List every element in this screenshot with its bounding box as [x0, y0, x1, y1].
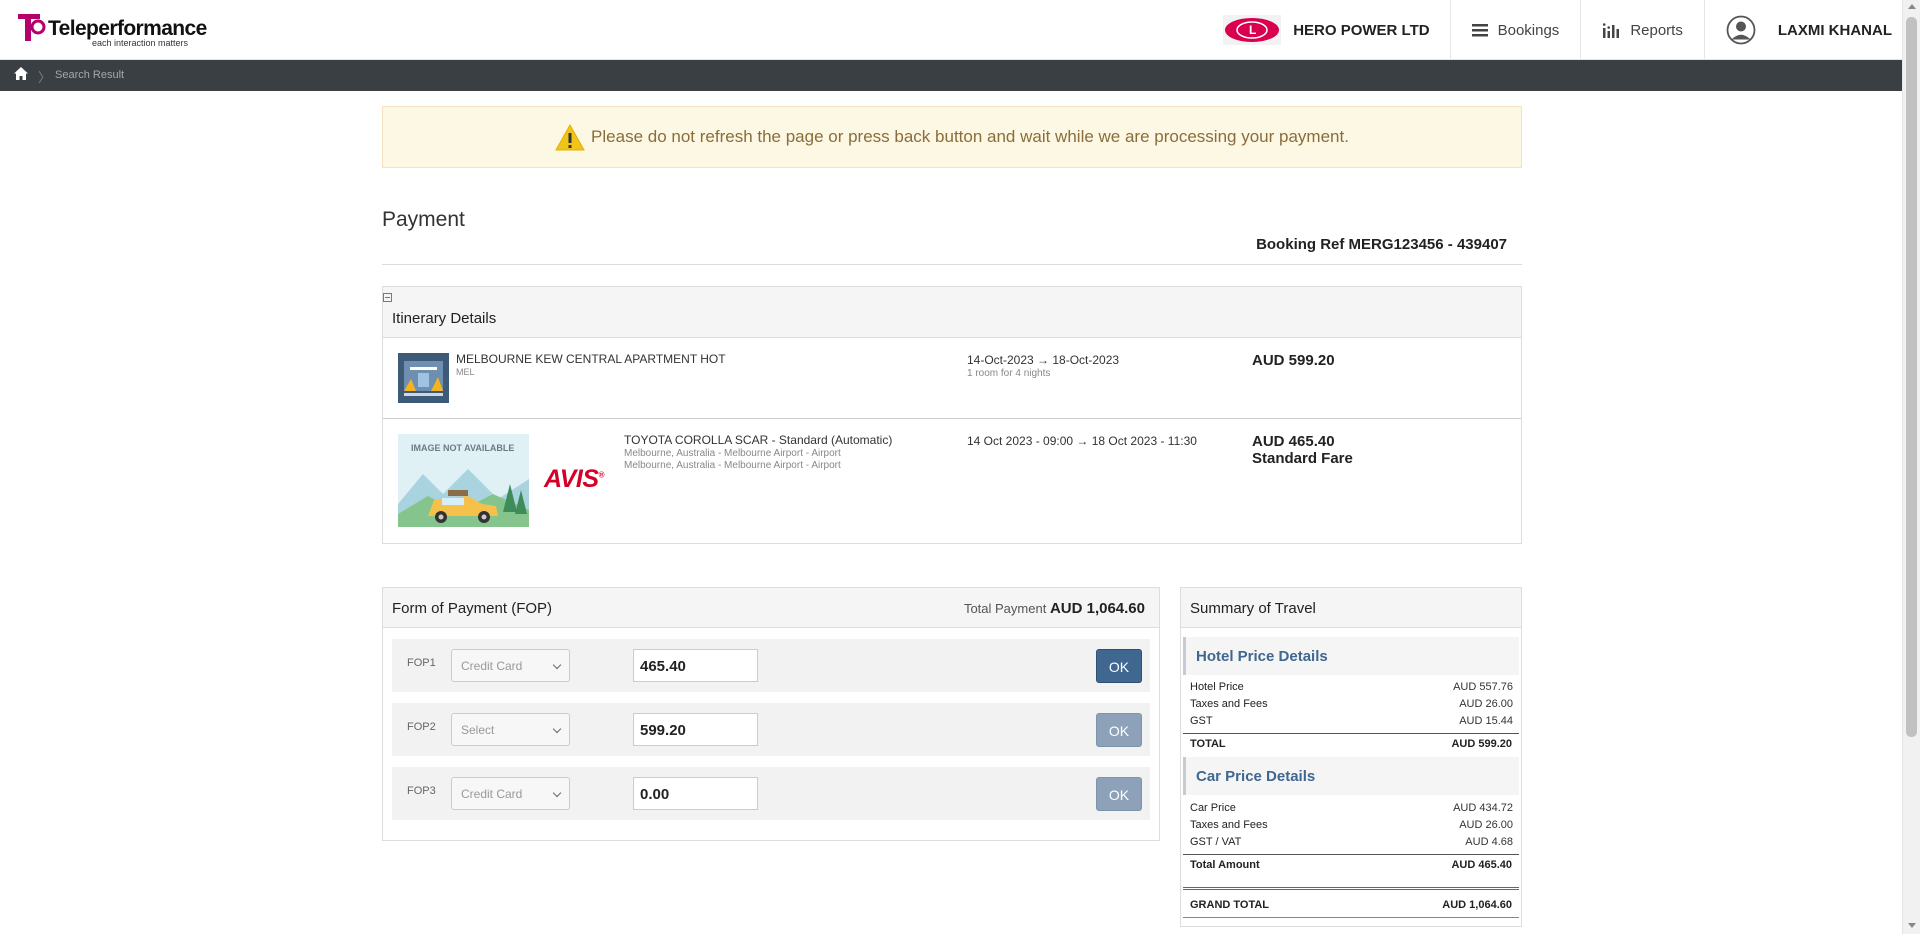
- fop2-amount-input[interactable]: 599.20: [633, 713, 758, 746]
- chevron-down-icon: [552, 724, 562, 734]
- car-total-line: Total Amount AUD 465.40: [1183, 854, 1519, 875]
- top-navbar: Teleperformance each interaction matters…: [0, 0, 1902, 60]
- bar-chart-icon: [1602, 22, 1620, 38]
- hotel-rooms: 1 room for 4 nights: [967, 368, 1051, 379]
- user-menu[interactable]: LAXMI KHANAL: [1703, 0, 1902, 60]
- itinerary-car-row: IMAGE NOT AVAILABLE AVIS® TOYOTA COROLLA…: [383, 419, 1521, 543]
- car-gst-line: GST / VAT AUD 4.68: [1190, 836, 1513, 848]
- hotel-taxes-line: Taxes and Fees AUD 26.00: [1190, 698, 1513, 710]
- booking-reference: Booking Ref MERG123456 - 439407: [1256, 236, 1507, 253]
- fop-label: FOP1: [407, 657, 436, 669]
- nav-right: L HERO POWER LTD Bookings Reports LAXMI …: [1223, 0, 1902, 60]
- collapse-icon[interactable]: [383, 293, 392, 302]
- company-logo: L: [1223, 15, 1282, 45]
- grand-total-line: GRAND TOTAL AUD 1,064.60: [1183, 887, 1519, 918]
- fop1-amount-input[interactable]: 465.40: [633, 649, 758, 682]
- nav-reports-label: Reports: [1630, 21, 1683, 39]
- fop3-amount-input[interactable]: 0.00: [633, 777, 758, 810]
- hotel-total-line: TOTAL AUD 599.20: [1183, 733, 1519, 754]
- hotel-price: AUD 599.20: [1252, 352, 1335, 369]
- car-price: AUD 465.40: [1252, 433, 1335, 450]
- nav-bookings-label: Bookings: [1497, 21, 1560, 39]
- hotel-image: [398, 353, 449, 403]
- itinerary-header: Itinerary Details: [383, 287, 1521, 338]
- user-name: LAXMI KHANAL: [1777, 21, 1892, 39]
- car-pickup-location: Melbourne, Australia - Melbourne Airport…: [624, 448, 841, 459]
- fop-row-2: FOP2 Select 599.20 OK: [392, 703, 1150, 756]
- hotel-name: MELBOURNE KEW CENTRAL APARTMENT HOT: [456, 352, 726, 366]
- summary-header: Summary of Travel: [1181, 588, 1521, 628]
- fop-row-3: FOP3 Credit Card 0.00 OK: [392, 767, 1150, 820]
- hotel-city: MEL: [456, 367, 475, 377]
- nav-reports[interactable]: Reports: [1580, 0, 1704, 60]
- hotel-price-line: Hotel Price AUD 557.76: [1190, 681, 1513, 693]
- logo-mark-icon: [18, 14, 46, 41]
- user-avatar-icon: [1726, 15, 1756, 45]
- car-fare-type: Standard Fare: [1252, 450, 1353, 467]
- hotel-gst-line: GST AUD 15.44: [1190, 715, 1513, 727]
- summary-title: Summary of Travel: [1190, 600, 1316, 617]
- alert-message: Please do not refresh the page or press …: [591, 127, 1349, 146]
- company-indicator: L HERO POWER LTD: [1223, 0, 1449, 60]
- breadcrumb: 〉 Search Result: [0, 60, 1902, 91]
- page-scrollbar[interactable]: [1902, 0, 1920, 934]
- hotel-dates: 14-Oct-2023 → 18-Oct-2023: [967, 353, 1120, 367]
- fop1-method-select[interactable]: Credit Card: [451, 649, 570, 682]
- company-name: HERO POWER LTD: [1293, 21, 1430, 39]
- fop-row-1: FOP1 Credit Card 465.40 OK: [392, 639, 1150, 692]
- divider: [382, 264, 1522, 265]
- scroll-thumb[interactable]: [1906, 17, 1917, 737]
- summary-of-travel-panel: Summary of Travel Hotel Price Details Ho…: [1180, 587, 1522, 927]
- main-content: Please do not refresh the page or press …: [382, 106, 1522, 927]
- car-dropoff-location: Melbourne, Australia - Melbourne Airport…: [624, 460, 841, 471]
- scroll-down-arrow-icon[interactable]: [1908, 923, 1916, 928]
- fop3-method-select[interactable]: Credit Card: [451, 777, 570, 810]
- fop-total-payment: Total Payment AUD 1,064.60: [963, 600, 1145, 617]
- breadcrumb-current: Search Result: [55, 69, 125, 81]
- car-dates: 14 Oct 2023 - 09:00 → 18 Oct 2023 - 11:3…: [967, 434, 1197, 448]
- menu-icon: [1471, 23, 1488, 37]
- fop2-method-select[interactable]: Select: [451, 713, 570, 746]
- fop1-ok-button[interactable]: OK: [1096, 649, 1142, 683]
- car-taxes-line: Taxes and Fees AUD 26.00: [1190, 819, 1513, 831]
- car-price-details-header: Car Price Details: [1183, 757, 1519, 795]
- form-of-payment-panel: Form of Payment (FOP) Total Payment AUD …: [382, 587, 1160, 841]
- hotel-price-details-header: Hotel Price Details: [1183, 637, 1519, 675]
- fop-title: Form of Payment (FOP): [392, 600, 553, 617]
- car-price-line: Car Price AUD 434.72: [1190, 802, 1513, 814]
- warning-icon: [555, 123, 585, 151]
- nav-bookings[interactable]: Bookings: [1449, 0, 1581, 60]
- itinerary-title: Itinerary Details: [392, 310, 497, 327]
- car-name: TOYOTA COROLLA SCAR - Standard (Automati…: [624, 433, 893, 447]
- fop3-ok-button[interactable]: OK: [1096, 777, 1142, 811]
- itinerary-hotel-row: MELBOURNE KEW CENTRAL APARTMENT HOT MEL …: [383, 338, 1521, 419]
- hotel-price-details-title: Hotel Price Details: [1196, 648, 1328, 665]
- chevron-down-icon: [552, 660, 562, 670]
- svg-text:IMAGE NOT AVAILABLE: IMAGE NOT AVAILABLE: [411, 443, 514, 453]
- processing-alert: Please do not refresh the page or press …: [382, 106, 1522, 168]
- avis-logo: AVIS®: [544, 465, 604, 493]
- itinerary-panel: Itinerary Details MELBOURNE KEW CENTRAL …: [382, 286, 1522, 544]
- page-title: Payment: [382, 208, 465, 231]
- car-price-details-title: Car Price Details: [1196, 768, 1316, 785]
- car-placeholder-image: IMAGE NOT AVAILABLE: [398, 434, 529, 527]
- chevron-down-icon: [552, 788, 562, 798]
- svg-text:L: L: [1249, 23, 1256, 37]
- fop-label: FOP2: [407, 721, 436, 733]
- home-icon[interactable]: [14, 67, 28, 85]
- fop-header: Form of Payment (FOP) Total Payment AUD …: [383, 588, 1159, 628]
- logo-tagline: each interaction matters: [92, 38, 189, 48]
- fop2-ok-button[interactable]: OK: [1096, 713, 1142, 747]
- breadcrumb-separator: 〉: [38, 70, 52, 85]
- fop-label: FOP3: [407, 785, 436, 797]
- scroll-up-arrow-icon[interactable]: [1908, 4, 1916, 9]
